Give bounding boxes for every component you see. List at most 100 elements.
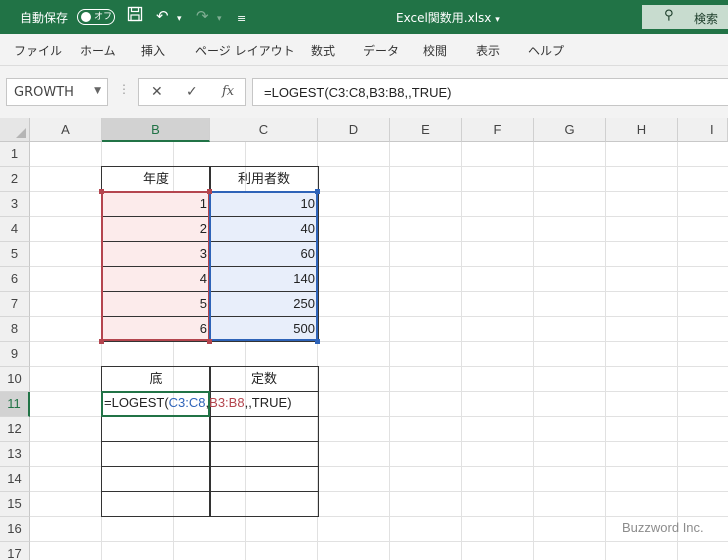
search-label: 検索 <box>694 12 719 26</box>
row-header-10[interactable]: 10 <box>0 367 30 392</box>
row-header-1[interactable]: 1 <box>0 142 30 167</box>
range-handle[interactable] <box>207 339 212 344</box>
column-header-h[interactable]: H <box>606 118 678 142</box>
enter-icon[interactable]: ✓ <box>186 84 198 100</box>
cell-c6[interactable]: 140 <box>209 266 319 292</box>
row-header-11[interactable]: 11 <box>0 392 30 417</box>
filename-dropdown-icon: ▾ <box>495 15 500 25</box>
formula-buttons: ✕ ✓ fx <box>138 78 246 106</box>
range-handle[interactable] <box>99 339 104 344</box>
row-header-14[interactable]: 14 <box>0 467 30 492</box>
row-header-5[interactable]: 5 <box>0 242 30 267</box>
title-bar: 自動保存 オフ ↶ ▾ ↷ ▾ ≡ Excel関数用.xlsx ▾ ⚲ 検索 <box>0 0 728 34</box>
column-header-g[interactable]: G <box>534 118 606 142</box>
autosave-state: オフ <box>94 12 113 22</box>
column-header-f[interactable]: F <box>462 118 534 142</box>
tab-home[interactable]: ホーム <box>80 42 116 59</box>
row-header-15[interactable]: 15 <box>0 492 30 517</box>
undo-icon[interactable]: ↶ <box>156 6 169 26</box>
cell-c7[interactable]: 250 <box>209 291 319 317</box>
row-header-16[interactable]: 16 <box>0 517 30 542</box>
insert-function-icon[interactable]: fx <box>222 84 234 99</box>
autosave-toggle[interactable]: オフ <box>77 9 115 25</box>
name-box-value: GROWTH <box>14 85 74 100</box>
customize-toolbar-icon[interactable]: ≡ <box>237 9 246 29</box>
watermark: Buzzword Inc. <box>622 520 704 535</box>
cell-b2-header-year[interactable]: 年度 <box>101 166 211 192</box>
cell-b10-header-base[interactable]: 底 <box>101 366 211 392</box>
formula-ref-c3-c8: C3:C8 <box>168 395 206 410</box>
range-handle[interactable] <box>315 339 320 344</box>
column-header-a[interactable]: A <box>30 118 102 142</box>
select-all-triangle-icon <box>16 128 26 138</box>
redo-icon[interactable]: ↷ <box>196 6 209 26</box>
cell-c4[interactable]: 40 <box>209 216 319 242</box>
row-header-9[interactable]: 9 <box>0 342 30 367</box>
undo-dropdown-icon[interactable]: ▾ <box>177 9 182 29</box>
cell-c13[interactable] <box>209 441 319 467</box>
cell-b7[interactable]: 5 <box>101 291 211 317</box>
column-header-i[interactable]: I <box>678 118 728 142</box>
search-box[interactable]: ⚲ 検索 <box>642 5 728 29</box>
range-handle[interactable] <box>207 189 212 194</box>
row-header-3[interactable]: 3 <box>0 192 30 217</box>
cell-c5[interactable]: 60 <box>209 241 319 267</box>
formula-input[interactable]: =LOGEST(C3:C8,B3:B8,,TRUE) <box>252 78 728 106</box>
cell-c12[interactable] <box>209 416 319 442</box>
formula-suffix: ,,TRUE) <box>244 395 292 410</box>
tab-review[interactable]: 校閲 <box>423 42 447 59</box>
tab-view[interactable]: 表示 <box>476 42 500 59</box>
column-header-e[interactable]: E <box>390 118 462 142</box>
file-name[interactable]: Excel関数用.xlsx ▾ <box>396 9 500 26</box>
tab-data[interactable]: データ <box>363 42 399 59</box>
cancel-icon[interactable]: ✕ <box>151 84 163 100</box>
select-all-button[interactable] <box>0 118 30 142</box>
cell-b15[interactable] <box>101 491 211 517</box>
row-header-12[interactable]: 12 <box>0 417 30 442</box>
row-header-13[interactable]: 13 <box>0 442 30 467</box>
cell-b4[interactable]: 2 <box>101 216 211 242</box>
cell-b8[interactable]: 6 <box>101 316 211 342</box>
cell-b11-formula-edit[interactable]: =LOGEST(C3:C8,B3:B8,,TRUE) <box>102 392 292 416</box>
tab-insert[interactable]: 挿入 <box>141 42 165 59</box>
autosave-label: 自動保存 <box>20 11 69 25</box>
cell-c3[interactable]: 10 <box>209 191 319 217</box>
toggle-knob <box>81 12 91 22</box>
file-name-text: Excel関数用.xlsx <box>396 11 492 25</box>
formula-prefix: =LOGEST( <box>104 395 169 410</box>
row-header-6[interactable]: 6 <box>0 267 30 292</box>
redo-dropdown-icon[interactable]: ▾ <box>217 9 222 29</box>
tab-formulas[interactable]: 数式 <box>311 42 335 59</box>
range-handle[interactable] <box>99 189 104 194</box>
column-header-c[interactable]: C <box>210 118 318 142</box>
cell-c15[interactable] <box>209 491 319 517</box>
row-header-17[interactable]: 17 <box>0 542 30 560</box>
search-icon: ⚲ <box>664 8 674 23</box>
cell-b14[interactable] <box>101 466 211 492</box>
cell-b12[interactable] <box>101 416 211 442</box>
tab-file[interactable]: ファイル <box>14 42 62 59</box>
formula-bar: GROWTH ▼ ⋮ ✕ ✓ fx =LOGEST(C3:C8,B3:B8,,T… <box>0 66 728 118</box>
row-header-8[interactable]: 8 <box>0 317 30 342</box>
cell-b13[interactable] <box>101 441 211 467</box>
ribbon-tabs: ファイル ホーム 挿入 ページ レイアウト 数式 データ 校閲 表示 ヘルプ <box>0 34 728 66</box>
save-icon[interactable] <box>127 6 143 27</box>
column-header-d[interactable]: D <box>318 118 390 142</box>
row-header-7[interactable]: 7 <box>0 292 30 317</box>
range-handle[interactable] <box>315 189 320 194</box>
name-box-dropdown-icon[interactable]: ▼ <box>94 86 101 96</box>
tab-help[interactable]: ヘルプ <box>528 42 564 59</box>
name-box[interactable]: GROWTH ▼ <box>6 78 108 106</box>
cell-b3[interactable]: 1 <box>101 191 211 217</box>
row-header-4[interactable]: 4 <box>0 217 30 242</box>
cell-b6[interactable]: 4 <box>101 266 211 292</box>
formula-bar-grip-icon[interactable]: ⋮ <box>118 82 130 96</box>
column-header-b[interactable]: B <box>102 118 210 142</box>
row-header-2[interactable]: 2 <box>0 167 30 192</box>
cell-c2-header-users[interactable]: 利用者数 <box>209 166 319 192</box>
tab-page-layout[interactable]: ページ レイアウト <box>195 42 295 59</box>
cell-c10-header-const[interactable]: 定数 <box>209 366 319 392</box>
cell-c8[interactable]: 500 <box>209 316 319 342</box>
cell-b5[interactable]: 3 <box>101 241 211 267</box>
cell-c14[interactable] <box>209 466 319 492</box>
